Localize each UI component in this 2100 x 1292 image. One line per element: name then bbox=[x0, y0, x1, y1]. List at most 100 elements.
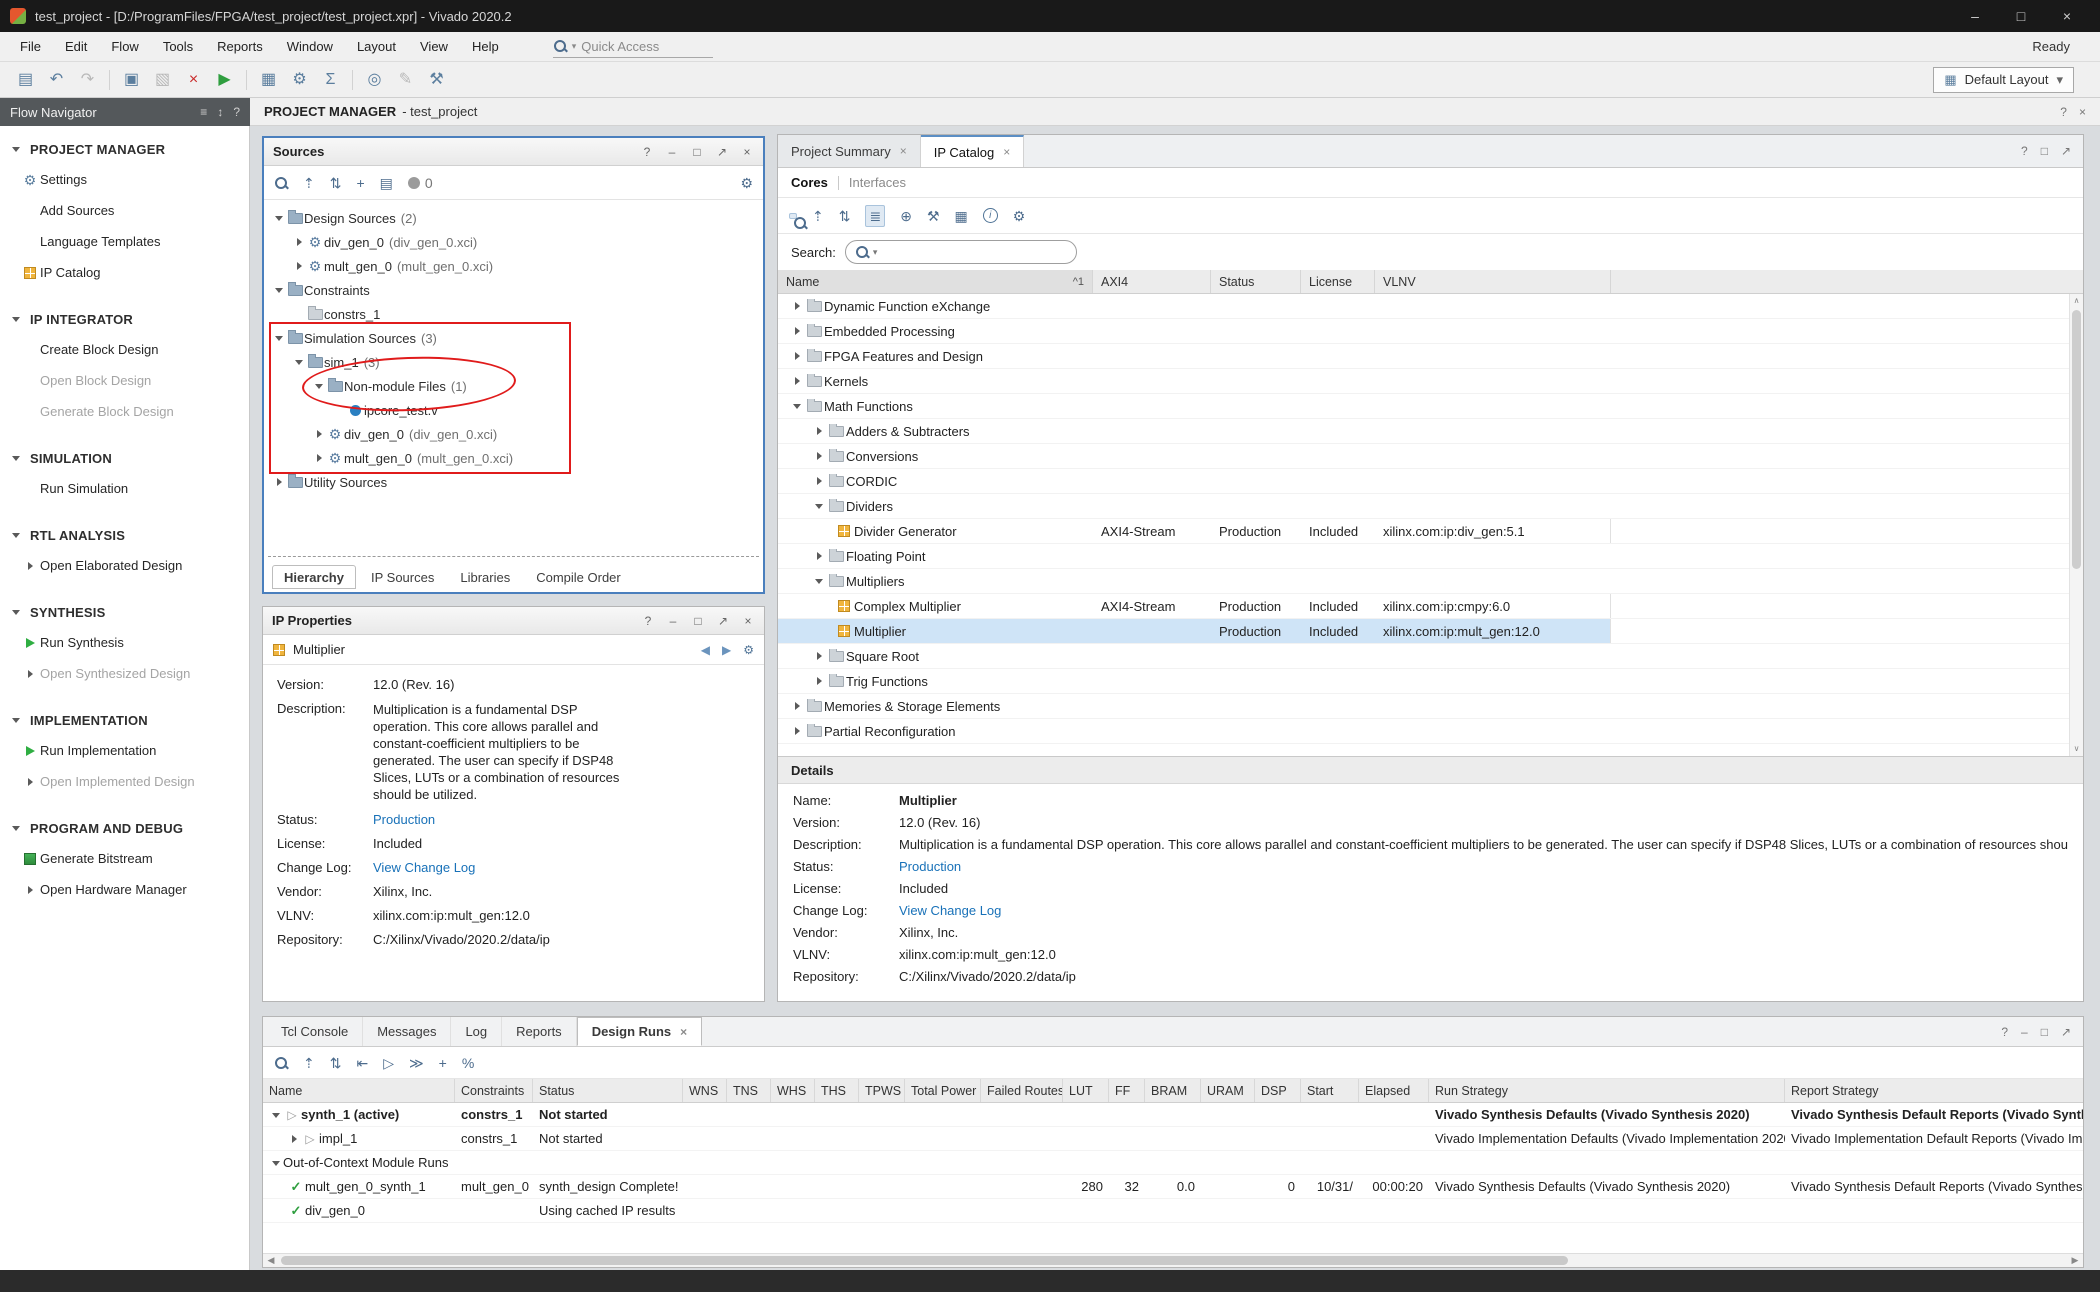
sidebar-item-open-block-design[interactable]: Open Block Design bbox=[0, 365, 249, 396]
details-header[interactable]: Details bbox=[778, 756, 2083, 784]
float-icon[interactable] bbox=[715, 146, 729, 158]
collapse-all-icon[interactable] bbox=[303, 176, 315, 190]
scrollbar-thumb[interactable] bbox=[2072, 310, 2081, 569]
gear-icon[interactable] bbox=[743, 644, 754, 656]
float-icon[interactable] bbox=[2061, 145, 2071, 157]
catalog-row-complex-multiplier[interactable]: Complex Multiplier AXI4-Stream Productio… bbox=[778, 594, 2069, 619]
info-icon[interactable] bbox=[983, 208, 998, 223]
run-group-out-of-context[interactable]: Out-of-Context Module Runs bbox=[263, 1151, 2083, 1175]
fast-forward-icon[interactable] bbox=[409, 1056, 424, 1070]
back-icon[interactable] bbox=[701, 644, 710, 656]
catalog-row-divider-generator[interactable]: Divider Generator AXI4-Stream Production… bbox=[778, 519, 2069, 544]
column-header[interactable]: Status bbox=[533, 1079, 683, 1102]
column-header[interactable]: THS bbox=[815, 1079, 859, 1102]
maximize-icon[interactable] bbox=[2041, 1026, 2048, 1038]
column-header[interactable]: Elapsed bbox=[1359, 1079, 1429, 1102]
column-header[interactable]: Constraints bbox=[455, 1079, 533, 1102]
run-icon[interactable] bbox=[211, 66, 238, 93]
chevron-down-icon[interactable] bbox=[292, 355, 306, 369]
help-icon[interactable] bbox=[640, 146, 654, 158]
quick-access-search[interactable]: Quick Access bbox=[553, 36, 713, 58]
catalog-row[interactable]: Partial Reconfiguration bbox=[778, 719, 2069, 744]
undo-icon[interactable] bbox=[43, 66, 70, 93]
sidebar-item-run-simulation[interactable]: Run Simulation bbox=[0, 473, 249, 504]
column-header-status[interactable]: Status bbox=[1211, 270, 1301, 293]
tree-item-simulation-sources[interactable]: Simulation Sources(3) bbox=[264, 326, 763, 350]
chevron-down-icon[interactable] bbox=[272, 211, 286, 225]
chevron-right-icon[interactable] bbox=[812, 474, 826, 488]
close-button[interactable] bbox=[2044, 0, 2090, 32]
ip-properties-header[interactable]: IP Properties bbox=[263, 607, 764, 635]
minimize-icon[interactable] bbox=[2021, 1026, 2028, 1038]
scrollbar-track[interactable] bbox=[279, 1254, 2067, 1267]
scrollbar-thumb[interactable] bbox=[281, 1256, 1568, 1265]
tab-ip-sources[interactable]: IP Sources bbox=[360, 565, 445, 589]
close-tab-icon[interactable] bbox=[1003, 146, 1010, 158]
add-sources-icon[interactable] bbox=[356, 176, 364, 190]
sidebar-item-run-implementation[interactable]: Run Implementation bbox=[0, 735, 249, 766]
save-project-icon[interactable] bbox=[12, 66, 39, 93]
column-header[interactable]: Name bbox=[263, 1079, 455, 1102]
menu-tools[interactable]: Tools bbox=[151, 34, 205, 59]
help-icon[interactable] bbox=[2001, 1026, 2008, 1038]
column-header[interactable]: BRAM bbox=[1145, 1079, 1201, 1102]
chevron-right-icon[interactable] bbox=[812, 449, 826, 463]
collapse-all-icon[interactable] bbox=[812, 209, 824, 223]
sidebar-item-generate-block-design[interactable]: Generate Block Design bbox=[0, 396, 249, 427]
column-header[interactable]: LUT bbox=[1063, 1079, 1109, 1102]
menu-help[interactable]: Help bbox=[460, 34, 511, 59]
help-icon[interactable] bbox=[2021, 145, 2028, 157]
column-header[interactable]: FF bbox=[1109, 1079, 1145, 1102]
tree-item-div-gen-0[interactable]: div_gen_0(div_gen_0.xci) bbox=[264, 230, 763, 254]
chevron-down-icon[interactable] bbox=[272, 331, 286, 345]
chevron-right-icon[interactable] bbox=[790, 349, 804, 363]
chevron-right-icon[interactable] bbox=[287, 1132, 301, 1146]
catalog-row-dividers[interactable]: Dividers bbox=[778, 494, 2069, 519]
catalog-row[interactable]: FPGA Features and Design bbox=[778, 344, 2069, 369]
column-header[interactable]: TNS bbox=[727, 1079, 771, 1102]
create-run-icon[interactable] bbox=[439, 1056, 447, 1070]
section-header[interactable]: PROGRAM AND DEBUG bbox=[0, 813, 249, 843]
section-header[interactable]: SYNTHESIS bbox=[0, 597, 249, 627]
tree-item-constrs-1[interactable]: constrs_1 bbox=[264, 302, 763, 326]
chevron-right-icon[interactable] bbox=[812, 649, 826, 663]
chevron-right-icon[interactable] bbox=[312, 451, 326, 465]
probe-icon[interactable] bbox=[361, 66, 388, 93]
change-log-link[interactable]: View Change Log bbox=[373, 860, 475, 875]
copy-icon[interactable] bbox=[118, 66, 145, 93]
sidebar-item-run-synthesis[interactable]: Run Synthesis bbox=[0, 627, 249, 658]
paste-icon[interactable] bbox=[149, 66, 176, 93]
sidebar-item-open-hardware-manager[interactable]: Open Hardware Manager bbox=[0, 874, 249, 905]
panel-splitter[interactable] bbox=[268, 556, 759, 557]
tree-item-ipcore-test-v[interactable]: ipcore_test.v bbox=[264, 398, 763, 422]
menu-layout[interactable]: Layout bbox=[345, 34, 408, 59]
add-ip-icon[interactable] bbox=[900, 209, 912, 223]
run-row-synth-1[interactable]: synth_1 (active) constrs_1 Not started V… bbox=[263, 1103, 2083, 1127]
flow-icon[interactable] bbox=[255, 66, 282, 93]
tree-item-non-module-files[interactable]: Non-module Files(1) bbox=[264, 374, 763, 398]
reset-runs-icon[interactable] bbox=[356, 1056, 368, 1070]
column-header[interactable]: DSP bbox=[1255, 1079, 1301, 1102]
column-header[interactable]: Report Strategy bbox=[1785, 1079, 2083, 1102]
sidebar-item-generate-bitstream[interactable]: Generate Bitstream bbox=[0, 843, 249, 874]
section-header[interactable]: RTL ANALYSIS bbox=[0, 520, 249, 550]
tree-item-mult-gen-0-sim[interactable]: mult_gen_0(mult_gen_0.xci) bbox=[264, 446, 763, 470]
redo-icon[interactable] bbox=[74, 66, 101, 93]
search-icon[interactable] bbox=[274, 1056, 288, 1070]
close-icon[interactable] bbox=[741, 615, 755, 627]
subtab-interfaces[interactable]: Interfaces bbox=[849, 175, 906, 190]
edit-icon[interactable] bbox=[392, 66, 419, 93]
menu-edit[interactable]: Edit bbox=[53, 34, 99, 59]
float-icon[interactable] bbox=[716, 615, 730, 627]
search-icon[interactable] bbox=[274, 176, 288, 190]
scroll-down-icon[interactable] bbox=[2070, 742, 2083, 756]
status-link[interactable]: Production bbox=[373, 812, 435, 827]
gear-icon[interactable] bbox=[740, 176, 753, 190]
expand-all-icon[interactable] bbox=[839, 209, 851, 223]
column-header[interactable]: TPWS bbox=[859, 1079, 905, 1102]
maximize-icon[interactable] bbox=[690, 146, 704, 158]
menu-window[interactable]: Window bbox=[275, 34, 345, 59]
chevron-right-icon[interactable] bbox=[292, 259, 306, 273]
sidebar-item-open-synthesized-design[interactable]: Open Synthesized Design bbox=[0, 658, 249, 689]
menu-file[interactable]: File bbox=[8, 34, 53, 59]
